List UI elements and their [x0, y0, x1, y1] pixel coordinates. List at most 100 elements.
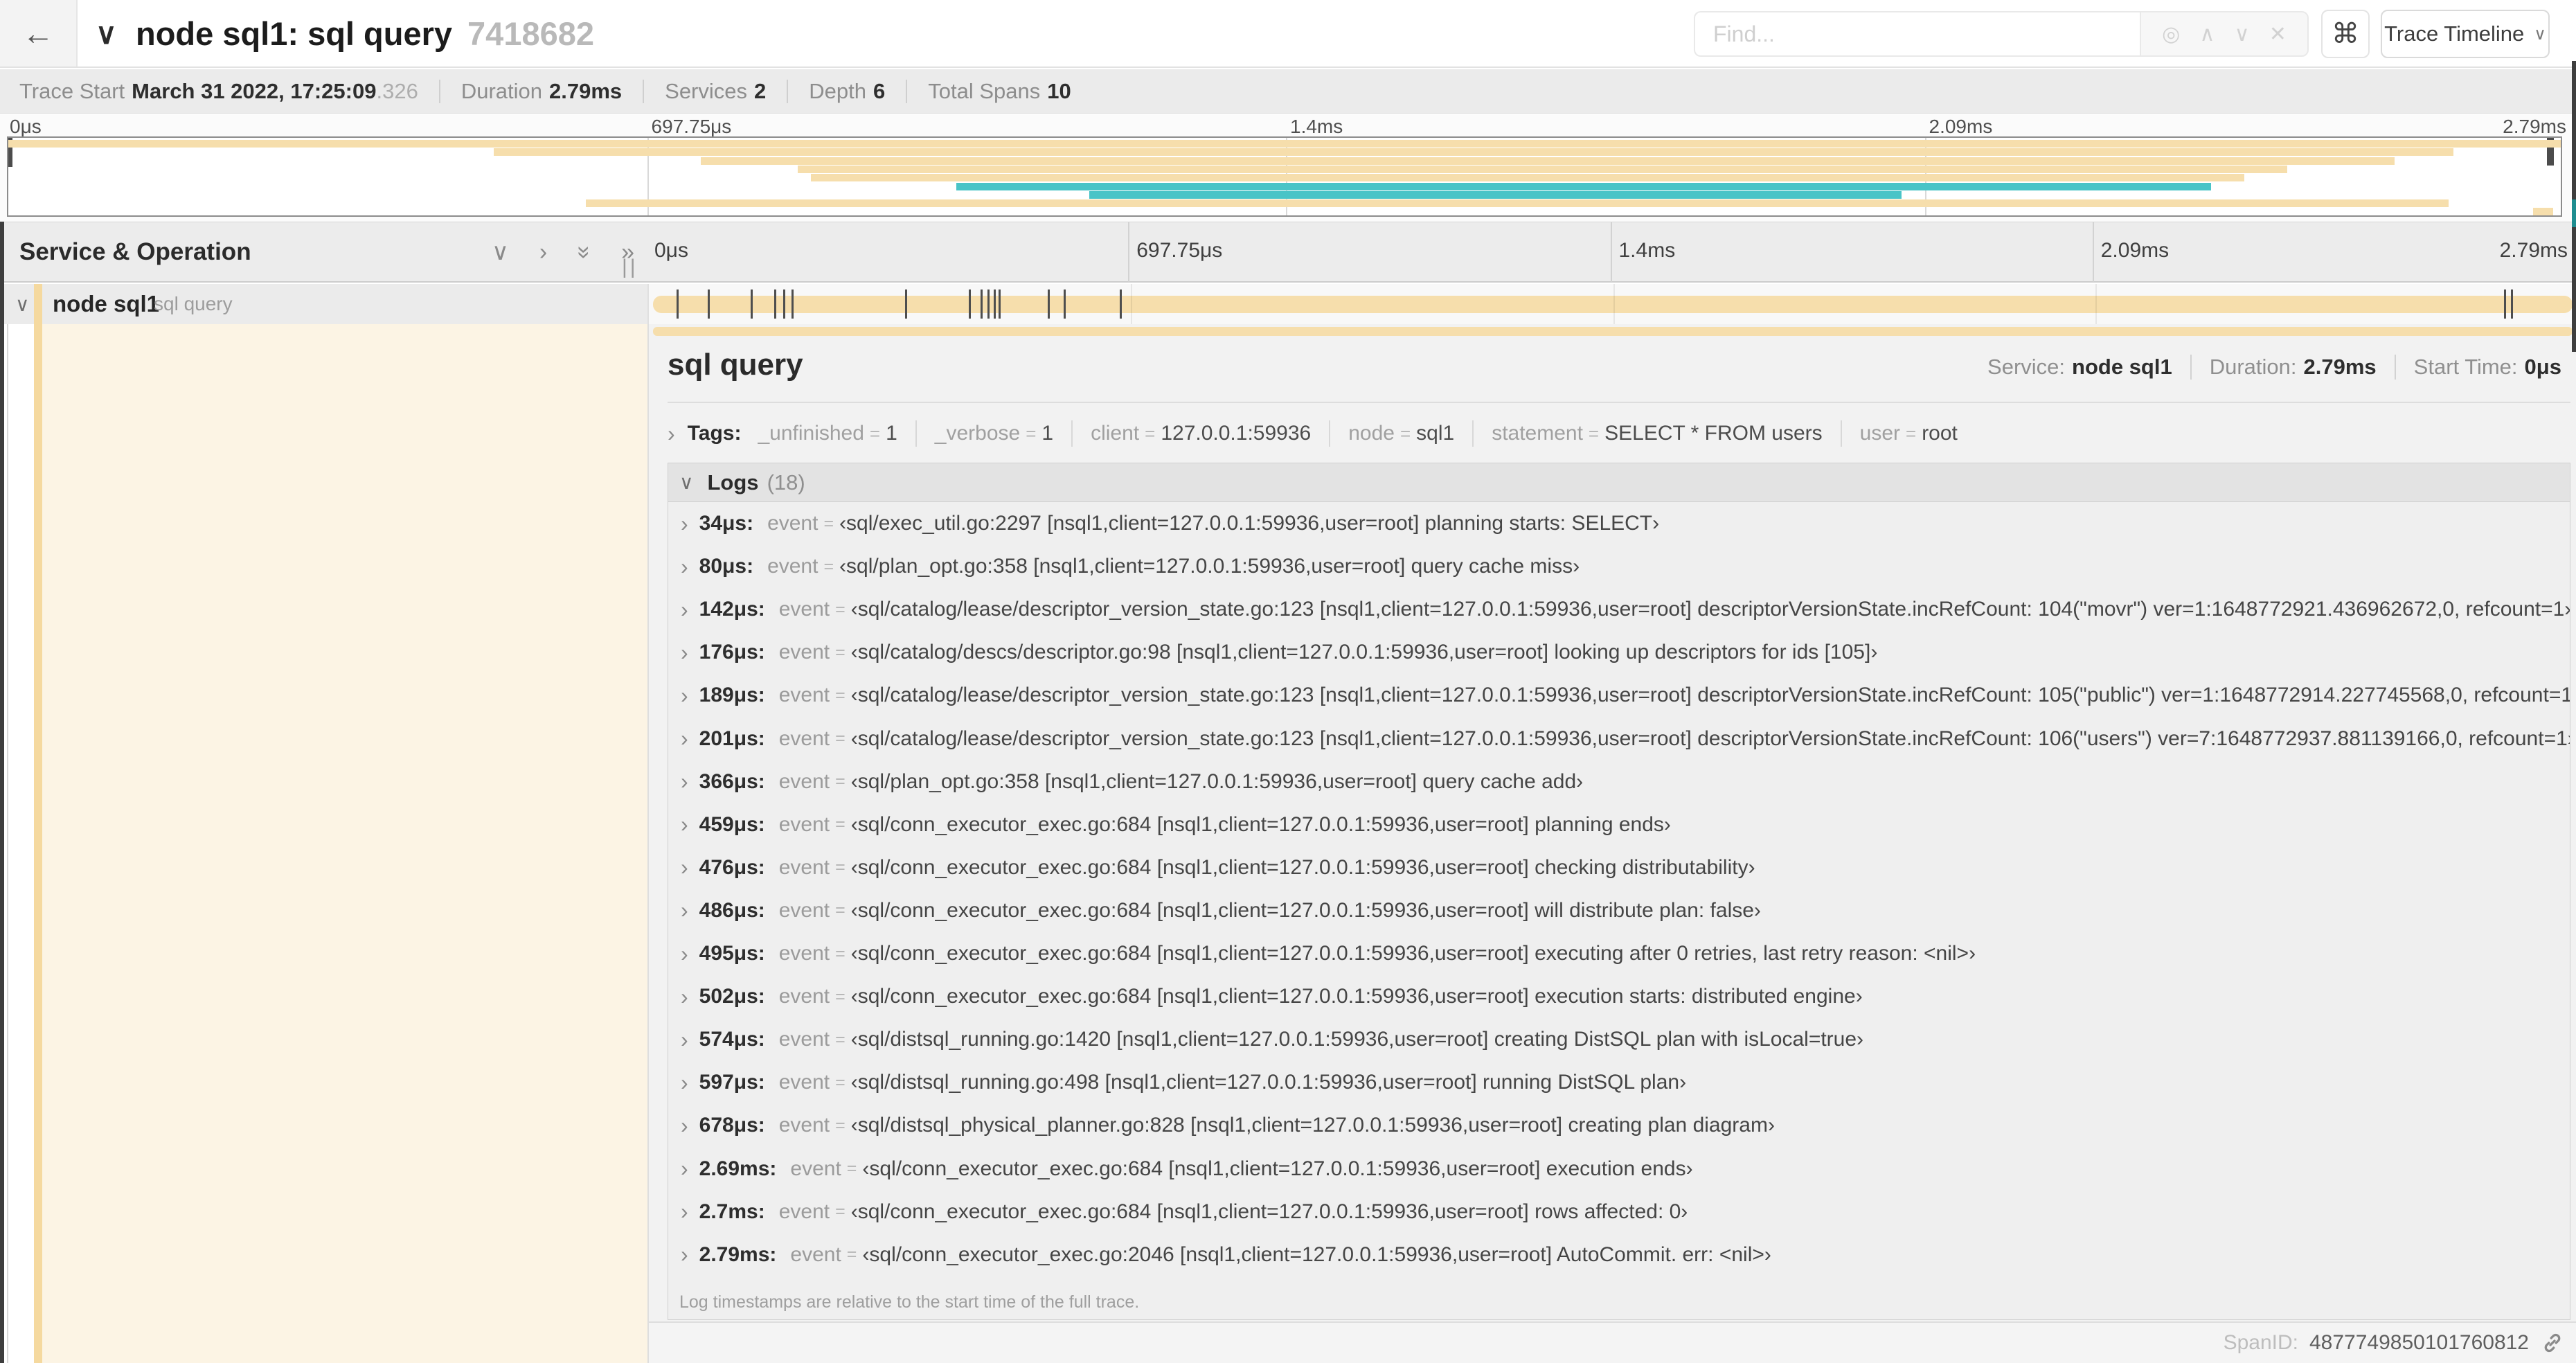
- gutter-divider: [7, 324, 8, 1363]
- tree-controls: ∨ › » »: [492, 222, 634, 282]
- clear-search-icon[interactable]: ✕: [2269, 22, 2287, 46]
- chevron-right-icon: ›: [681, 510, 688, 536]
- next-result-icon[interactable]: ∨: [2235, 22, 2250, 46]
- chevron-right-icon: ›: [681, 596, 688, 622]
- trace-header-collapse-toggle[interactable]: ∨: [96, 0, 117, 66]
- chevron-right-icon: ›: [681, 553, 688, 579]
- tag-separator: [1071, 420, 1073, 447]
- span-meta-fields: Service: node sql1 Duration: 2.79ms Start Ti…: [1987, 355, 2561, 380]
- logs-header[interactable]: ∨ Logs (18): [668, 463, 2570, 502]
- keyboard-shortcuts-button[interactable]: ⌘: [2321, 10, 2370, 58]
- log-entry-row[interactable]: › 495μs: event = ‹sql/conn_executor_exec.go:…: [668, 932, 2570, 975]
- chevron-right-icon: ›: [681, 1199, 688, 1224]
- ruler-divider: [2092, 222, 2094, 282]
- log-event-tick: [791, 289, 794, 319]
- timeline-ruler: 0μs 697.75μs 1.4ms 2.09ms 2.79ms: [647, 222, 2576, 282]
- find-input[interactable]: Find...: [1694, 11, 2140, 57]
- ruler-tick-label: 0μs: [654, 239, 688, 262]
- tag-item: statement = SELECT * FROM users: [1492, 422, 1823, 445]
- back-button[interactable]: ←: [0, 0, 78, 66]
- chevron-right-icon: ›: [681, 855, 688, 880]
- log-event-tick: [1048, 289, 1050, 319]
- log-entry-row[interactable]: › 2.79ms: event = ‹sql/conn_executor_exec.go…: [668, 1233, 2570, 1276]
- log-event-tick: [1119, 289, 1122, 319]
- log-entry-row[interactable]: › 486μs: event = ‹sql/conn_executor_exec.go:…: [668, 889, 2570, 932]
- summary-item-duration: Duration 2.79ms: [460, 78, 623, 103]
- log-entry-row[interactable]: › 574μs: event = ‹sql/distsql_running.go:142…: [668, 1018, 2570, 1061]
- tag-separator: [1329, 420, 1331, 447]
- minimap-tick-label: 2.09ms: [1929, 116, 1993, 137]
- chevron-right-icon: ›: [681, 898, 688, 923]
- tags-accordion[interactable]: › Tags: _unfinished = 1 _verbose = 1 client = 12…: [668, 413, 2570, 454]
- log-event-tick: [904, 289, 907, 319]
- span-row-name-cell[interactable]: ∨ node sql1 sql query: [0, 284, 647, 324]
- minimap-tick-labels: 0μs 697.75μs 1.4ms 2.09ms 2.79ms: [0, 114, 2576, 137]
- prev-result-icon[interactable]: ∧: [2199, 22, 2215, 46]
- ruler-divider: [1128, 222, 1130, 282]
- span-row-gridline: [2095, 284, 2097, 324]
- tag-separator: [1840, 420, 1842, 447]
- timeline-grid-header: Service & Operation ∨ › » » || 0μs 697.75…: [0, 222, 2576, 283]
- log-entry-row[interactable]: › 80μs: event = ‹sql/plan_opt.go:358 [nsql1,…: [668, 545, 2570, 588]
- log-entry-row[interactable]: › 2.7ms: event = ‹sql/conn_executor_exec.go:…: [668, 1191, 2570, 1233]
- chevron-right-icon: ›: [668, 420, 675, 446]
- chevron-down-icon: ∨: [679, 472, 694, 493]
- deep-link-icon[interactable]: [2540, 1330, 2565, 1355]
- span-row-gridline: [1131, 284, 1133, 324]
- chevron-down-icon: ∨: [2534, 24, 2546, 44]
- log-entry-row[interactable]: › 2.69ms: event = ‹sql/conn_executor_exec.go…: [668, 1148, 2570, 1191]
- log-entry-row[interactable]: › 502μs: event = ‹sql/conn_executor_exec.go:…: [668, 975, 2570, 1018]
- log-entry-row[interactable]: › 201μs: event = ‹sql/catalog/lease/descript…: [668, 718, 2570, 760]
- summary-item-trace-start: Trace Start March 31 2022, 17:25:09.326: [19, 78, 418, 103]
- log-entry-row[interactable]: › 142μs: event = ‹sql/catalog/lease/descript…: [668, 588, 2570, 631]
- ruler-tick-label: 1.4ms: [1618, 239, 1676, 262]
- log-event-tick: [2510, 289, 2513, 319]
- tags-label: Tags:: [687, 422, 742, 445]
- logs-timestamp-note: Log timestamps are relative to the start…: [679, 1292, 1140, 1312]
- trace-summary-bar: Trace Start March 31 2022, 17:25:09.326 Du…: [0, 69, 2576, 114]
- minimap-span-bar: [494, 148, 2454, 157]
- timeline-minimap: 0μs 697.75μs 1.4ms 2.09ms 2.79ms: [0, 114, 2576, 222]
- span-row-bar-cell[interactable]: [647, 284, 2576, 324]
- collapse-one-icon[interactable]: ∨: [492, 238, 509, 266]
- tag-separator: [1472, 420, 1474, 447]
- log-event-tick: [998, 289, 1001, 319]
- span-children-expander[interactable]: ∨: [15, 284, 30, 324]
- log-entry-row[interactable]: › 459μs: event = ‹sql/conn_executor_exec.go:…: [668, 803, 2570, 846]
- summary-separator: [438, 79, 440, 103]
- chevron-right-icon: ›: [681, 1026, 688, 1052]
- tag-item: node = sql1: [1348, 422, 1455, 445]
- log-event-tick: [708, 289, 710, 319]
- span-id-label: SpanID:: [2223, 1331, 2298, 1354]
- collapse-all-icon[interactable]: »: [571, 246, 598, 259]
- log-entry-row[interactable]: › 476μs: event = ‹sql/conn_executor_exec.go:…: [668, 846, 2570, 889]
- ruler-tick-label: 697.75μs: [1136, 239, 1223, 262]
- minimap-span-bar: [700, 157, 2395, 165]
- span-row-gridline: [1613, 284, 1615, 324]
- log-event-tick: [993, 289, 996, 319]
- log-entry-row[interactable]: › 678μs: event = ‹sql/distsql_physical_plann…: [668, 1104, 2570, 1147]
- column-resize-handle[interactable]: ||: [622, 256, 643, 282]
- view-selector-dropdown[interactable]: Trace Timeline ∨: [2381, 10, 2550, 58]
- chevron-right-icon: ›: [681, 812, 688, 837]
- find-placeholder: Find...: [1713, 21, 1775, 46]
- chevron-right-icon: ›: [681, 983, 688, 1009]
- chevron-right-icon: ›: [681, 1112, 688, 1138]
- minimap-span-bar: [956, 182, 2211, 190]
- service-operation-column-title: Service & Operation: [19, 238, 251, 265]
- locate-icon[interactable]: ◎: [2162, 22, 2180, 46]
- chevron-right-icon: ›: [681, 682, 688, 708]
- summary-item-total-spans: Total Spans 10: [928, 78, 1071, 103]
- log-entry-row[interactable]: › 366μs: event = ‹sql/plan_opt.go:358 [nsql1…: [668, 760, 2570, 803]
- detail-title-row: sql query Service: node sql1 Duration: 2.79…: [668, 348, 2568, 391]
- expand-one-icon[interactable]: ›: [539, 239, 547, 266]
- minimap-span-bar: [585, 199, 2449, 208]
- log-entry-row[interactable]: › 34μs: event = ‹sql/exec_util.go:2297 [nsql…: [668, 502, 2570, 545]
- log-entry-row[interactable]: › 176μs: event = ‹sql/catalog/descs/descript…: [668, 631, 2570, 674]
- minimap-canvas[interactable]: [7, 136, 2562, 217]
- tag-separator: [915, 420, 917, 447]
- log-entry-row[interactable]: › 597μs: event = ‹sql/distsql_running.go:498…: [668, 1061, 2570, 1104]
- log-entry-row[interactable]: › 189μs: event = ‹sql/catalog/lease/descript…: [668, 674, 2570, 717]
- span-color-accent: [34, 284, 42, 324]
- meta-separator: [2190, 355, 2192, 380]
